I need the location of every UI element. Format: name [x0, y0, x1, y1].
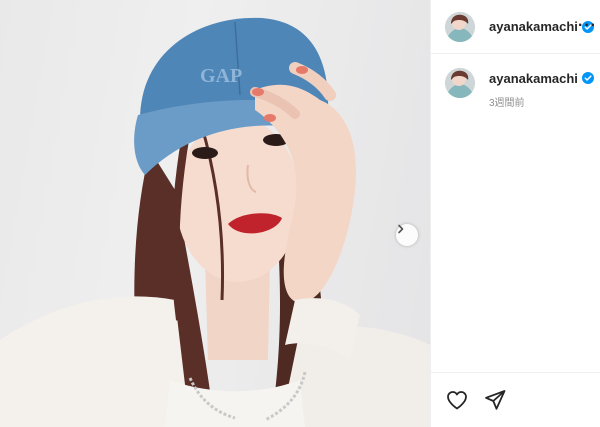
avatar-image — [445, 11, 475, 42]
like-button[interactable] — [445, 388, 469, 412]
verified-badge-icon — [581, 72, 594, 84]
action-bar — [431, 372, 600, 427]
post-timestamp[interactable]: 3週間前 — [489, 94, 594, 109]
chevron-right-icon — [398, 224, 404, 234]
heart-icon — [447, 391, 467, 410]
cap-logo-text: GAP — [200, 65, 242, 87]
avatar-image — [445, 68, 475, 98]
caption-avatar[interactable] — [445, 68, 475, 98]
portrait-illustration: GAP — [0, 17, 430, 427]
post-side-panel: ayanakamachi ··· ayanakamachi 3週間前 — [430, 0, 600, 427]
header-username[interactable]: ayanakamachi — [489, 19, 578, 34]
caption-block: ayanakamachi 3週間前 — [445, 68, 595, 109]
post-photo[interactable]: GAP — [0, 0, 430, 427]
send-icon — [485, 390, 506, 410]
post-header: ayanakamachi ··· — [431, 0, 600, 54]
next-photo-button[interactable] — [396, 224, 418, 246]
caption-username[interactable]: ayanakamachi — [489, 71, 578, 86]
more-options-icon[interactable]: ··· — [578, 18, 597, 34]
share-button[interactable] — [483, 388, 507, 412]
avatar[interactable] — [445, 11, 475, 42]
